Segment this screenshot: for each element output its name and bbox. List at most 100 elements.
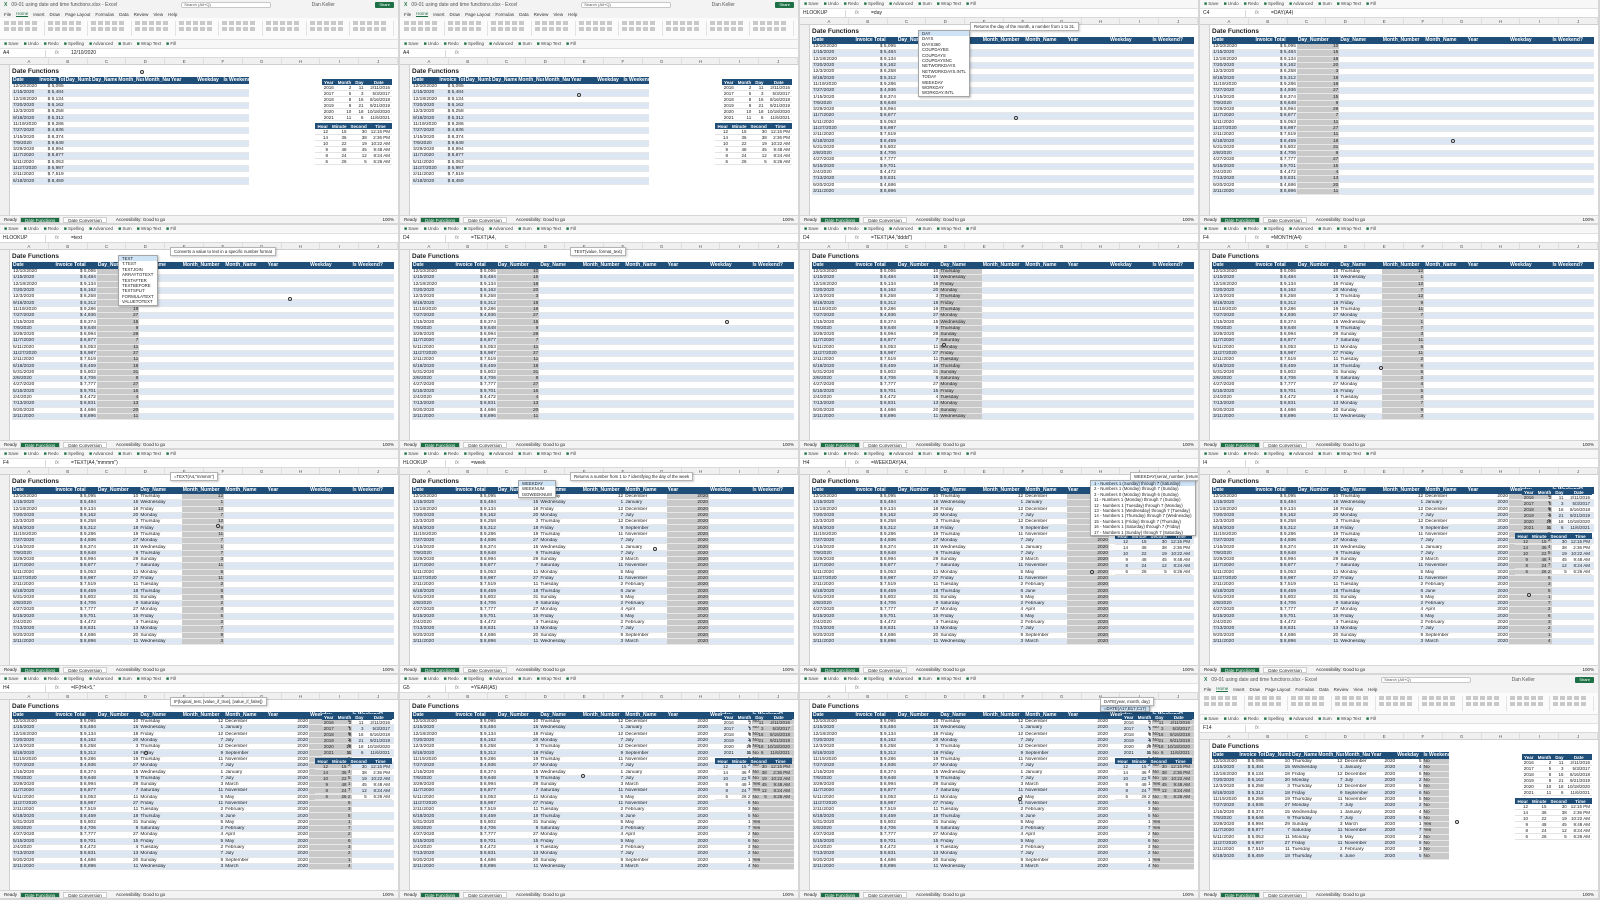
column-letter[interactable]: H [1482,18,1521,24]
quick-command[interactable]: ■ Redo [1244,226,1259,232]
table-cell[interactable]: 3/11/2020 [812,413,855,421]
ribbon-command-icon[interactable] [622,21,628,25]
column-letter[interactable]: I [720,58,760,64]
sheet-tab[interactable]: Date Functions [20,891,61,898]
table-cell[interactable]: 4 [709,863,752,871]
lookup-cell[interactable]: 10:22 AM [768,775,792,783]
column-letter[interactable]: B [49,243,88,249]
quick-command[interactable]: ■ Fill [166,41,176,47]
table-cell[interactable] [981,413,1025,421]
quick-command[interactable]: ■ Redo [444,41,459,47]
column-letter[interactable]: I [720,243,760,249]
formula-input[interactable]: =DAY(A4) [1268,10,1598,16]
table-cell[interactable]: No [751,863,794,871]
table-cell[interactable] [1551,413,1594,421]
lookup-cell[interactable]: 5 [748,793,769,801]
sheet-tab[interactable]: Date Conversion [1263,216,1307,223]
table-cell[interactable]: 12/10/2020 [12,83,39,91]
ribbon-command-icon[interactable] [404,27,409,31]
table-cell[interactable]: 12/10/2020 [412,83,439,91]
ribbon-command-icon[interactable] [250,27,256,31]
quick-command[interactable]: ■ Sum [918,451,932,457]
ribbon-command-icon[interactable] [381,27,387,31]
zoom-level[interactable]: 100% [1582,667,1594,672]
ribbon-command-icon[interactable] [723,27,729,31]
ribbon-command-icon[interactable] [781,21,787,25]
quick-command[interactable]: ■ Save [804,451,819,457]
quick-command[interactable]: ■ Spelling [864,226,884,232]
menu-tab[interactable]: View [553,12,563,17]
ribbon-command-icon[interactable] [243,27,249,31]
table-cell[interactable]: 6/18/2020 [412,177,439,185]
quick-command[interactable]: ■ Wrap Text [537,41,561,47]
lookup-cell[interactable]: 5 [348,158,369,166]
column-letter[interactable]: G [1443,243,1482,249]
table-cell[interactable]: March [624,863,667,871]
quick-command[interactable]: ■ Sum [118,226,132,232]
ribbon-command-icon[interactable] [454,27,460,31]
table-cell[interactable]: 3/11/2020 [12,413,55,421]
quick-command[interactable]: ■ Undo [1224,451,1239,457]
ribbon-command-icon[interactable] [367,21,373,25]
quick-command[interactable]: ■ Redo [1244,1,1259,7]
column-letter[interactable]: D [1326,468,1366,474]
quick-command[interactable]: ■ Wrap Text [137,41,161,47]
zoom-level[interactable]: 100% [782,442,794,447]
ribbon-command-icon[interactable] [519,21,525,25]
ribbon-command-icon[interactable] [192,27,198,31]
column-letter[interactable]: C [488,58,527,64]
sheet-tab[interactable]: Date Conversion [463,666,507,673]
lookup-cell[interactable]: 12:15 PM [768,764,792,771]
ribbon-command-icon[interactable] [119,21,125,25]
name-box[interactable]: I4 [1200,459,1246,467]
table-cell[interactable]: 11 [496,863,540,871]
quick-command[interactable]: ■ Save [404,676,419,682]
ribbon-command-icon[interactable] [535,21,541,25]
quick-command[interactable]: ■ Save [4,41,19,47]
autocomplete-item[interactable]: ARRAYTOTEXT [119,272,157,277]
ribbon-command-icon[interactable] [163,21,169,25]
lookup-cell[interactable]: 2019 [321,102,336,110]
function-icon[interactable]: fx [46,235,68,241]
ribbon-command-icon[interactable] [142,21,148,25]
lookup-cell[interactable]: 6:26 AM [768,793,792,801]
menu-tab[interactable]: Insert [33,12,44,17]
column-letter[interactable]: C [1288,243,1327,249]
column-letter[interactable]: F [1404,243,1443,249]
column-letter[interactable]: A [10,243,49,249]
worksheet[interactable]: Date Functions DateInvoice TotalDay_Numb… [400,65,798,223]
table-cell[interactable] [666,413,710,421]
menu-tab[interactable]: Formulas [95,12,114,17]
column-letter[interactable]: B [1249,18,1288,24]
lookup-cell[interactable]: 2/11/2016 [1565,495,1592,502]
ribbon-command-icon[interactable] [418,21,423,25]
ribbon-command-icon[interactable] [280,27,286,31]
table-cell[interactable] [1151,413,1194,421]
function-icon[interactable]: fx [446,685,468,691]
column-letter[interactable]: C [1288,18,1327,24]
lookup-cell[interactable]: 10:22 AM [1568,550,1592,558]
ribbon-command-icon[interactable] [309,27,315,31]
ribbon-command-icon[interactable] [673,21,679,25]
formula-input[interactable]: =text [68,235,398,241]
zoom-level[interactable]: 100% [1182,442,1194,447]
formula-input[interactable]: =WEEKDAY(A4, [868,460,1198,466]
table-cell[interactable] [1466,413,1510,421]
lookup-cell[interactable]: 2/11/2016 [765,85,792,92]
quick-command[interactable]: ■ Wrap Text [537,676,561,682]
table-cell[interactable]: March [1024,638,1067,646]
quick-command[interactable]: ■ Undo [824,1,839,7]
ribbon-command-icon[interactable] [673,27,679,31]
quick-command[interactable]: ■ Redo [844,451,859,457]
quick-command[interactable]: ■ Advanced [489,451,513,457]
quick-command[interactable]: ■ Fill [166,451,176,457]
ribbon-command-icon[interactable] [512,21,518,25]
sheet-tab[interactable]: Date Conversion [63,441,107,448]
lookup-cell[interactable]: 2017 [321,90,336,98]
quick-command[interactable]: ■ Redo [44,676,59,682]
ribbon-command-icon[interactable] [461,21,467,25]
table-cell[interactable]: $ 8,896 [1254,188,1297,196]
table-cell[interactable] [751,638,794,646]
autocomplete-list[interactable]: TEXT T.TEST TEXTJOIN ARRAYTOTEXT TEXTAFTER TE… [118,255,158,306]
column-letter[interactable]: H [1082,243,1121,249]
